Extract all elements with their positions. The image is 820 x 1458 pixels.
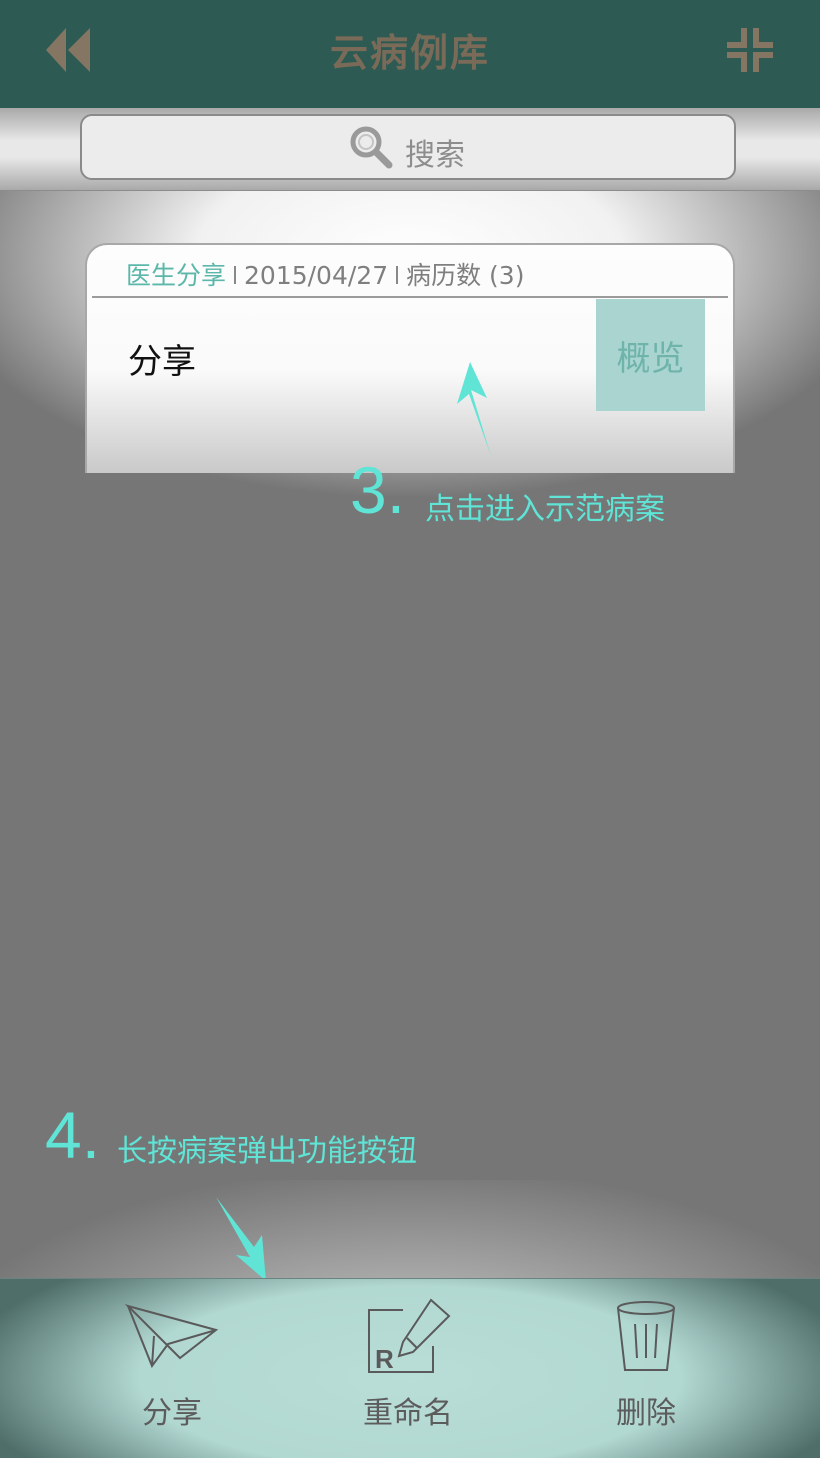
hint-arrow-down-icon xyxy=(216,1197,266,1281)
case-record-count: 病历数 (3) xyxy=(406,261,525,290)
share-button[interactable]: 分享 xyxy=(72,1290,272,1450)
case-date: 2015/04/27 xyxy=(244,261,389,290)
step4-text: 长按病案弹出功能按钮 xyxy=(117,1134,417,1169)
case-title: 分享 xyxy=(128,342,196,382)
svg-text:R: R xyxy=(375,1344,394,1374)
collapse-button[interactable] xyxy=(726,26,774,74)
meta-separator xyxy=(396,266,399,284)
step3-text: 点击进入示范病案 xyxy=(425,492,665,527)
card-divider xyxy=(92,296,728,298)
step3-number: 3. xyxy=(350,453,406,527)
rename-button[interactable]: R 重命名 xyxy=(308,1290,508,1450)
paper-plane-icon xyxy=(124,1304,219,1368)
overview-button[interactable]: 概览 xyxy=(596,299,705,411)
delete-button[interactable]: 删除 xyxy=(546,1290,746,1450)
step4-number: 4. xyxy=(45,1098,101,1172)
case-card-meta: 医生分享 2015/04/27 病历数 (3) xyxy=(126,256,524,292)
hint-arrow-up-icon xyxy=(457,362,491,456)
rename-label: 重命名 xyxy=(363,1396,453,1431)
trash-icon xyxy=(617,1301,675,1371)
collapse-icon xyxy=(727,28,773,72)
search-icon xyxy=(348,124,394,170)
meta-separator xyxy=(234,266,237,284)
share-label: 分享 xyxy=(142,1396,202,1431)
rename-pencil-icon: R xyxy=(368,1298,451,1374)
search-placeholder: 搜索 xyxy=(405,138,465,173)
case-source: 医生分享 xyxy=(126,261,227,290)
delete-label: 删除 xyxy=(616,1396,676,1431)
page-title: 云病例库 xyxy=(329,31,490,75)
